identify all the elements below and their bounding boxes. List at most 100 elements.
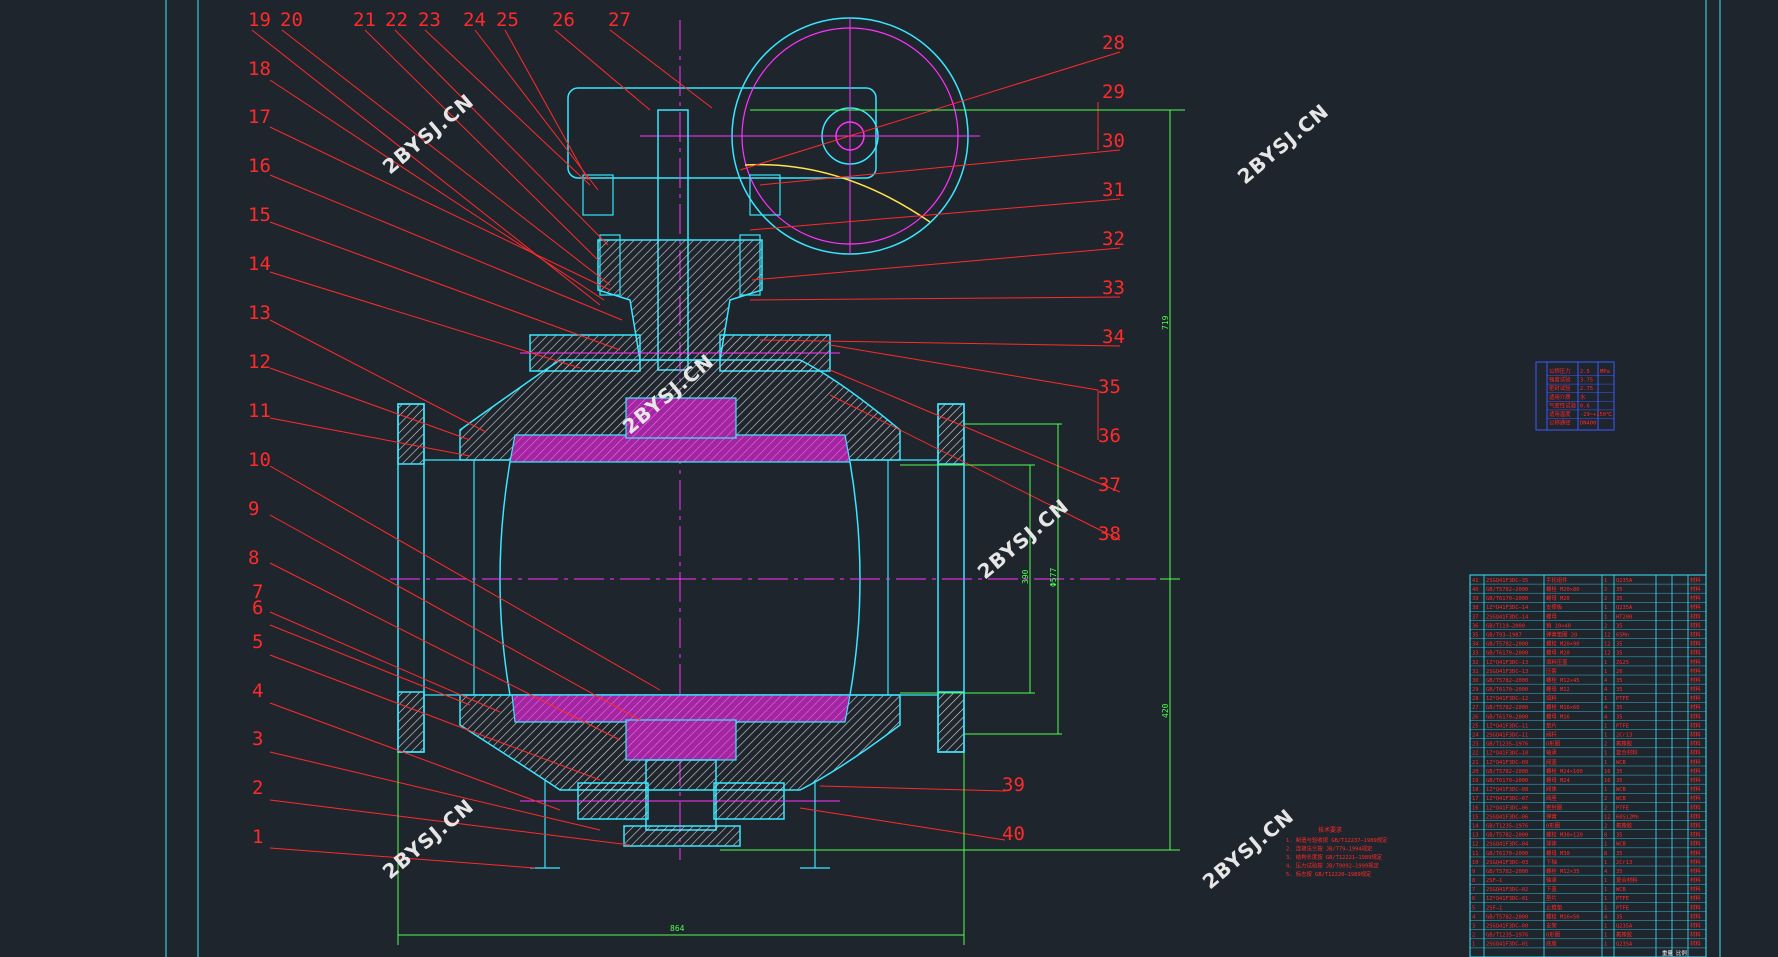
bom-cell: GB/T5782—2000	[1486, 705, 1528, 711]
dimension-lines	[397, 109, 1185, 945]
bom-cell: 2	[1604, 742, 1607, 748]
balloon-5: 5	[252, 631, 263, 653]
spec-cell: MPa	[1600, 369, 1610, 375]
bom-cell: 1	[1604, 887, 1607, 893]
bom-cell: 26	[1472, 714, 1479, 720]
bom-cell: 1	[1472, 942, 1475, 948]
bom-cell: 6	[1472, 896, 1475, 902]
ball	[509, 434, 851, 463]
bom-cell: 填料压盖	[1546, 658, 1568, 666]
balloon-34: 34	[1102, 326, 1125, 348]
bom-cell: GB/T1235—1976	[1486, 742, 1528, 748]
bom-cell: 材料	[1690, 758, 1701, 766]
bom-cell: 27	[1472, 705, 1479, 711]
bom-cell: 12	[1604, 814, 1611, 820]
bom-cell: 1	[1604, 696, 1607, 702]
bom-cell: PTFE	[1616, 905, 1629, 911]
bom-cell: PTFE	[1616, 896, 1629, 902]
bom-cell: WCB	[1616, 787, 1626, 793]
spec-cell: 密封试验	[1549, 384, 1571, 392]
dim-bore-outer: Φ577	[1049, 568, 1058, 587]
bom-cell: 14	[1472, 823, 1479, 829]
bom-cell: 1Z*Q41F3DC—09	[1486, 760, 1528, 766]
bom-cell: 1	[1604, 942, 1607, 948]
bom-cell: 1	[1604, 605, 1607, 611]
bom-cell: 螺母 M20	[1546, 649, 1570, 657]
bom-cell: 材料	[1690, 812, 1701, 820]
bom-cell: 35	[1616, 851, 1623, 857]
bom-cell: 35	[1616, 587, 1623, 593]
bom-cell: 销 10×40	[1546, 621, 1571, 629]
bom-cell: 螺母 M16	[1546, 712, 1570, 720]
bom-cell: 10	[1472, 860, 1479, 866]
bom-cell: 20	[1616, 669, 1623, 675]
notes-heading: 技术要求	[1318, 826, 1342, 834]
balloon-8: 8	[248, 547, 259, 569]
bom-cell: 材料	[1690, 731, 1701, 739]
balloon-37: 37	[1098, 474, 1121, 496]
bom-cell: 垫片	[1546, 721, 1557, 729]
bom-cell: 36	[1472, 623, 1479, 629]
bom-cell: 材料	[1690, 821, 1701, 829]
bom-cell: 1	[1604, 723, 1607, 729]
watermark: 2BYSJ.CN	[378, 794, 479, 884]
bom-cell: 材料	[1690, 849, 1701, 857]
balloon-26: 26	[552, 9, 575, 31]
bom-cell: 16	[1472, 805, 1479, 811]
bom-cell: 材料	[1690, 649, 1701, 657]
bom-cell: 65Mn	[1616, 632, 1629, 638]
bom-cell: GB/T6170—2000	[1486, 687, 1528, 693]
bom-cell: 1	[1604, 860, 1607, 866]
bom-cell: 35	[1616, 651, 1623, 657]
watermark: 2BYSJ.CN	[1233, 99, 1334, 189]
bom-cell: 1	[1604, 751, 1607, 757]
balloon-40: 40	[1002, 823, 1025, 845]
bom-cell: 材料	[1690, 594, 1701, 602]
spec-cell: 适用介质	[1549, 393, 1571, 401]
bom-cell: 螺栓 M20×90	[1546, 640, 1580, 648]
bom-cell: 1	[1604, 878, 1607, 884]
spec-cell: 3.75	[1580, 378, 1593, 384]
balloon-20: 20	[280, 9, 303, 31]
balloon-30: 30	[1102, 130, 1125, 152]
bom-cell: 材料	[1690, 749, 1701, 757]
bom-cell: 35	[1616, 833, 1623, 839]
bom-cell: 4	[1604, 687, 1607, 693]
bom-cell: 35	[1616, 623, 1623, 629]
bom-cell: 1	[1604, 760, 1607, 766]
bom-cell: 材料	[1690, 612, 1701, 620]
bom-cell: O形圈	[1546, 821, 1560, 829]
watermark: 2BYSJ.CN	[1198, 804, 1299, 894]
balloon-28: 28	[1102, 32, 1125, 54]
spec-cell: 强度试验	[1549, 376, 1571, 384]
spec-cell: 公称通径	[1549, 419, 1571, 427]
bom-cell: 8	[1472, 878, 1475, 884]
bom-cell: 25	[1472, 723, 1479, 729]
bom-cell: GB/T1235—1976	[1486, 823, 1528, 829]
bom-cell: 材料	[1690, 658, 1701, 666]
bom-cell: 2SGQ41F3DC—01	[1486, 942, 1528, 948]
bom-cell: 材料	[1690, 721, 1701, 729]
note-line: 1. 制造与验收按 GB/T12237—1989规定	[1286, 836, 1388, 844]
gear-box	[567, 87, 877, 179]
bom-cell: 底座	[1546, 940, 1557, 948]
bom-cell: 材料	[1690, 621, 1701, 629]
spec-table: 公称压力 2.5 MPa 强度试验 3.75 密封试验 2.75 适用介质 水气密性试验 0.6 适…	[1535, 361, 1615, 431]
bom-cell: 1	[1604, 924, 1607, 930]
bom-cell: 2SGQ41F3DC—00	[1486, 924, 1528, 930]
bom-cell: 材料	[1690, 576, 1701, 584]
bom-cell: 螺栓 M20×80	[1546, 585, 1580, 593]
bom-cell: 密封圈	[1546, 803, 1562, 811]
balloon-6: 6	[252, 597, 263, 619]
bom-cell: 材料	[1690, 922, 1701, 930]
bom-cell: 复合材料	[1616, 876, 1638, 884]
balloon-36: 36	[1098, 425, 1121, 447]
bom-cell: 2	[1604, 587, 1607, 593]
bom-cell: 35	[1616, 705, 1623, 711]
bom-cell: 1	[1604, 787, 1607, 793]
bom-cell: 21	[1472, 760, 1479, 766]
bom-cell: 2Cr13	[1616, 733, 1632, 739]
bom-cell: PTFE	[1616, 805, 1629, 811]
bom-cell: 2SGQ41F3DC—35	[1486, 578, 1528, 584]
bom-cell: 材料	[1690, 867, 1701, 875]
